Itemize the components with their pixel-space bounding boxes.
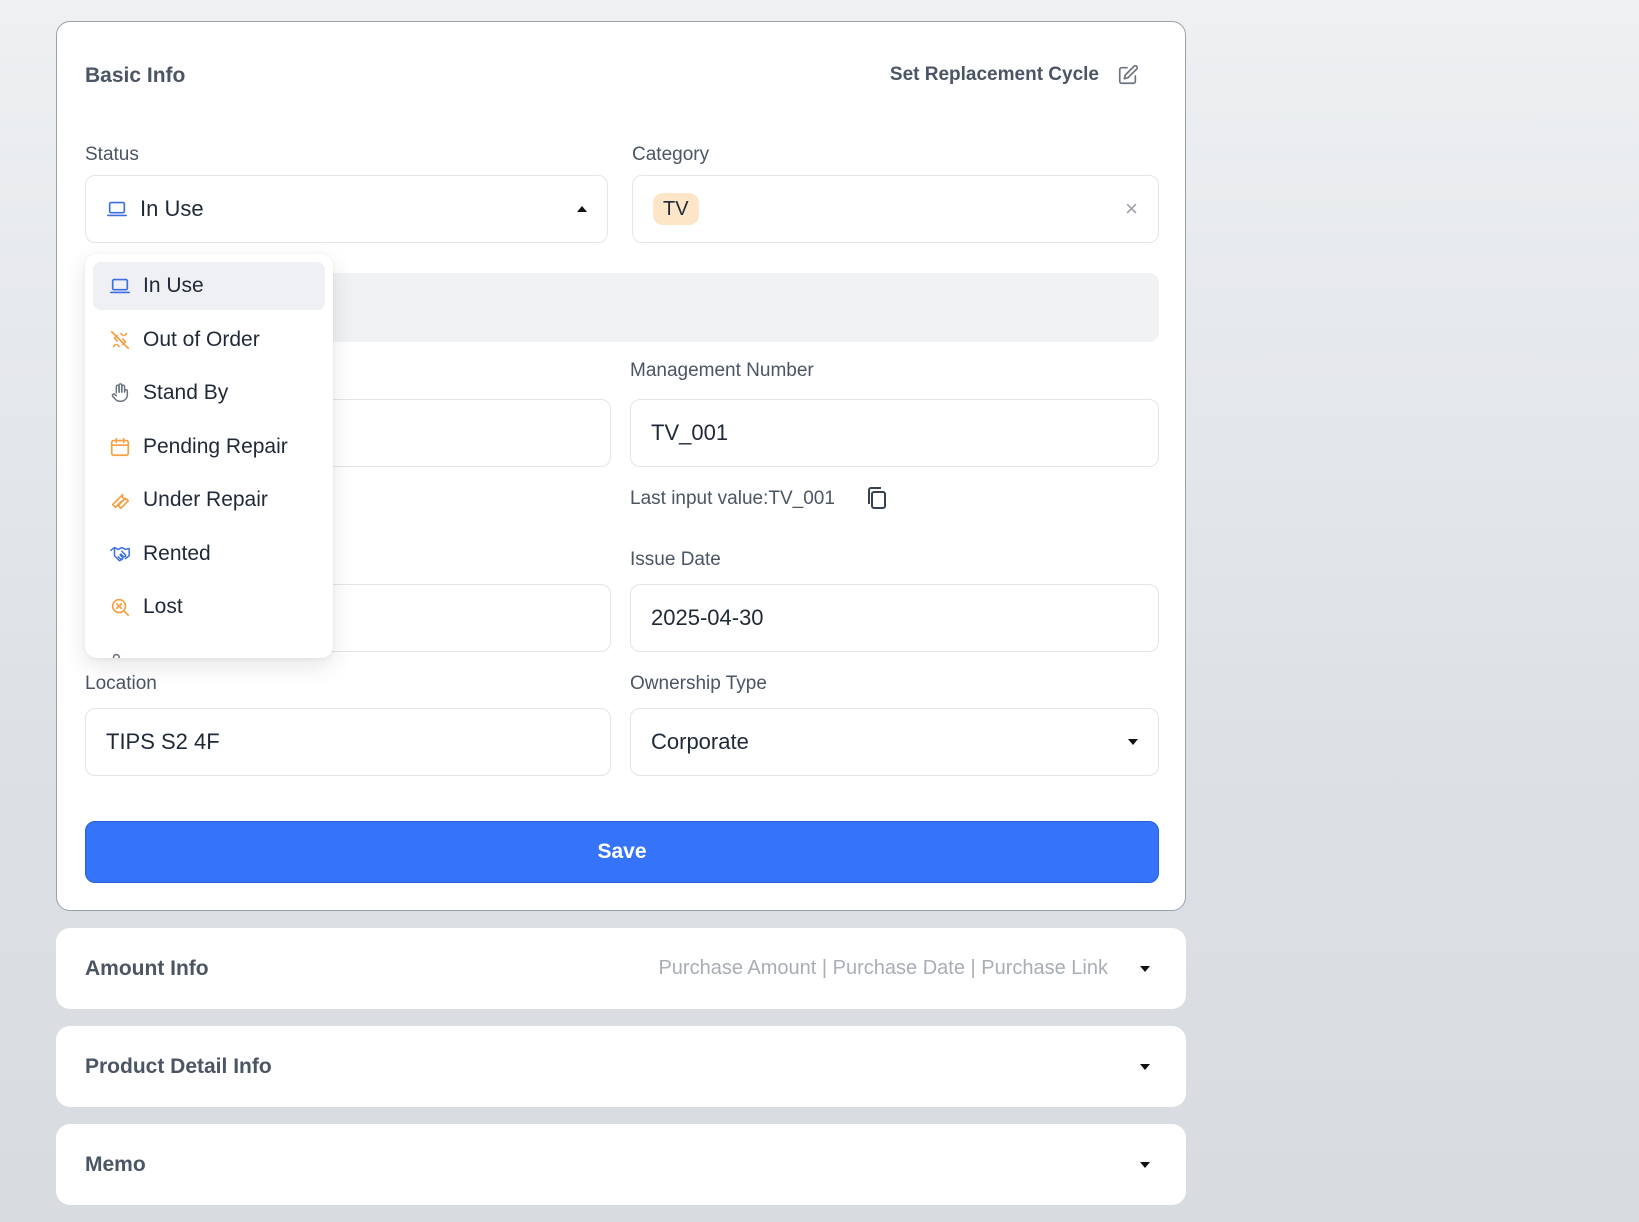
- copy-icon[interactable]: [865, 486, 889, 512]
- issue-date-label: Issue Date: [630, 549, 721, 570]
- memo-title: Memo: [85, 1152, 146, 1176]
- caret-up-icon: [577, 206, 587, 212]
- clear-icon[interactable]: ×: [1125, 196, 1138, 222]
- amount-info-accordion[interactable]: Amount Info Purchase Amount | Purchase D…: [56, 928, 1186, 1009]
- ownership-type-select[interactable]: Corporate: [630, 708, 1159, 776]
- partial-icon: [112, 653, 120, 658]
- chevron-down-icon: [1140, 1161, 1150, 1168]
- category-label: Category: [632, 144, 710, 165]
- status-option-label: In Use: [143, 274, 204, 297]
- status-option-in-use[interactable]: In Use: [93, 262, 325, 310]
- handshake-icon: [110, 546, 130, 561]
- location-value: TIPS S2 4F: [106, 729, 220, 754]
- status-option-label: Stand By: [143, 381, 229, 404]
- management-number-label: Management Number: [630, 360, 814, 381]
- wrench-icon: [111, 493, 130, 510]
- status-option-under-repair[interactable]: Under Repair: [93, 476, 325, 524]
- basic-info-title: Basic Info: [85, 64, 186, 87]
- amount-info-title: Amount Info: [85, 956, 209, 980]
- management-number-input[interactable]: TV_001: [630, 399, 1159, 467]
- last-input-text: Last input value:TV_001: [630, 488, 835, 509]
- last-input-row: Last input value:TV_001: [630, 486, 889, 512]
- status-option-rented[interactable]: Rented: [93, 530, 325, 578]
- status-option-label: Out of Order: [143, 327, 260, 351]
- search-x-icon: [111, 598, 130, 617]
- status-value: In Use: [140, 196, 204, 221]
- chevron-down-icon: [1140, 965, 1150, 972]
- status-option-label: Rented: [143, 541, 211, 565]
- ownership-type-value: Corporate: [651, 729, 749, 754]
- memo-accordion[interactable]: Memo: [56, 1124, 1186, 1205]
- set-replacement-cycle-button[interactable]: Set Replacement Cycle: [890, 64, 1139, 86]
- save-button[interactable]: Save: [85, 821, 1159, 883]
- chevron-down-icon: [1140, 1063, 1150, 1070]
- page: Basic Info Set Replacement Cycle Status …: [0, 0, 1639, 1222]
- location-label: Location: [85, 673, 157, 694]
- status-option-out-of-order[interactable]: Out of Order: [93, 316, 325, 364]
- status-option-partial[interactable]: [93, 637, 325, 658]
- laptop-icon: [110, 278, 130, 294]
- product-detail-info-title: Product Detail Info: [85, 1054, 272, 1078]
- status-option-label: Lost: [143, 595, 183, 618]
- laptop-icon: [107, 201, 127, 217]
- set-replacement-cycle-label: Set Replacement Cycle: [889, 64, 1099, 85]
- category-chip[interactable]: TV: [653, 193, 699, 225]
- status-option-lost[interactable]: Lost: [93, 583, 325, 631]
- product-detail-info-accordion[interactable]: Product Detail Info: [56, 1026, 1186, 1107]
- ownership-type-label: Ownership Type: [630, 673, 767, 694]
- category-select[interactable]: TV ×: [632, 175, 1159, 243]
- status-select[interactable]: In Use: [85, 175, 608, 243]
- management-number-value: TV_001: [651, 420, 729, 445]
- edit-icon: [1118, 64, 1139, 85]
- amount-info-subtitle: Purchase Amount | Purchase Date | Purcha…: [658, 957, 1108, 979]
- hand-icon: [111, 383, 129, 402]
- issue-date-value: 2025-04-30: [651, 605, 764, 630]
- status-option-label: Under Repair: [143, 488, 268, 511]
- status-dropdown-menu: In Use Out of Order Stand By Pending Rep…: [85, 254, 333, 658]
- status-label: Status: [85, 144, 139, 165]
- status-option-pending-repair[interactable]: Pending Repair: [93, 423, 325, 471]
- broken-plug-icon: [110, 330, 130, 349]
- calendar-icon: [110, 437, 130, 456]
- status-option-stand-by[interactable]: Stand By: [93, 369, 325, 417]
- location-input[interactable]: TIPS S2 4F: [85, 708, 611, 776]
- issue-date-input[interactable]: 2025-04-30: [630, 584, 1159, 652]
- caret-down-icon: [1128, 739, 1138, 745]
- status-option-label: Pending Repair: [143, 434, 288, 458]
